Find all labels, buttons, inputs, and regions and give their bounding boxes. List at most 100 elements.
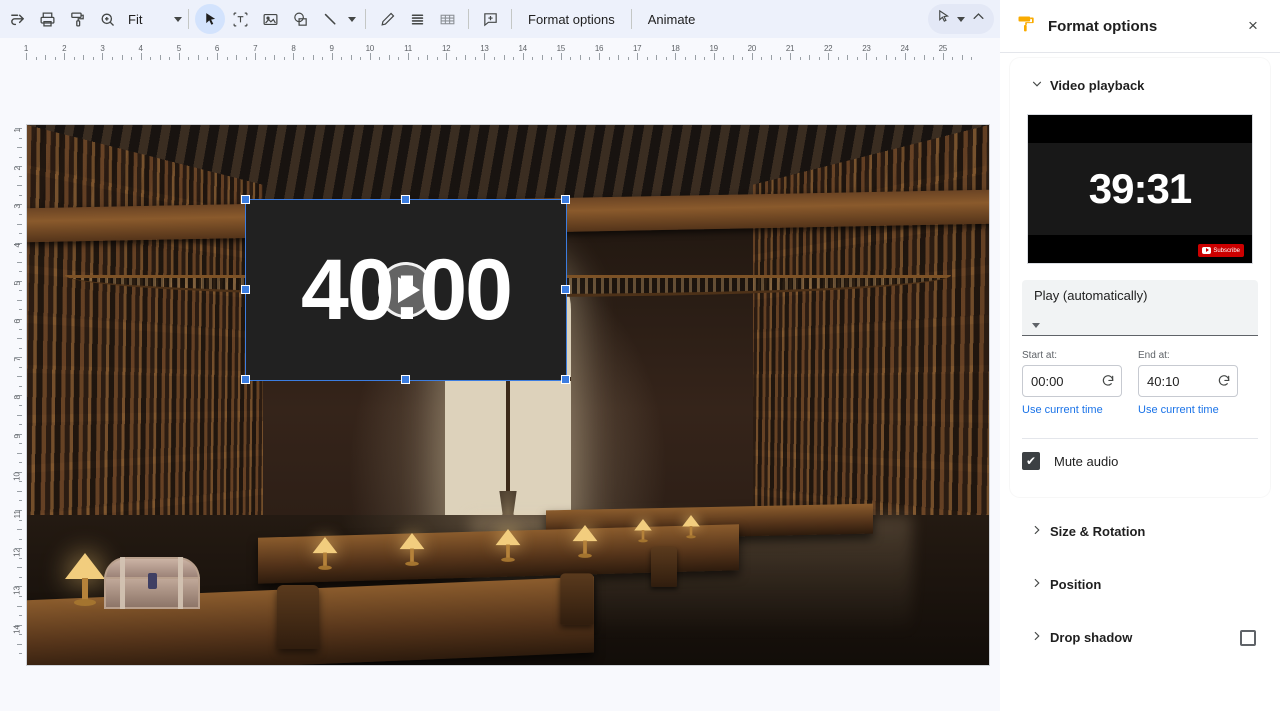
selection-box — [245, 199, 567, 381]
video-thumbnail[interactable]: 39:31 Subscribe — [1027, 114, 1253, 264]
end-use-current-time-link[interactable]: Use current time — [1138, 404, 1238, 416]
start-at-field: Start at: Use current time — [1022, 350, 1122, 416]
youtube-icon — [1202, 247, 1211, 254]
select-tool[interactable] — [195, 4, 225, 34]
paint-roller-icon — [1016, 14, 1036, 39]
ruler-label: 20 — [748, 44, 756, 53]
video-playback-label: Video playback — [1050, 78, 1144, 93]
section-position[interactable]: Position — [1018, 558, 1262, 611]
ruler-tick — [675, 53, 676, 60]
chevron-right-icon — [1024, 629, 1050, 646]
ruler-tick — [446, 53, 447, 60]
ruler-label: 6 — [215, 44, 219, 53]
ruler-label: 21 — [786, 44, 794, 53]
ruler-label: 10 — [13, 472, 22, 481]
pointer-chevron-down-icon[interactable] — [957, 17, 965, 22]
ruler-label: 12 — [13, 548, 22, 557]
curve-tool[interactable] — [372, 4, 402, 34]
resize-handle[interactable] — [241, 195, 250, 204]
animate-button[interactable]: Animate — [638, 4, 706, 34]
comment-tool[interactable] — [475, 4, 505, 34]
ruler-tick — [561, 53, 562, 60]
resize-handle[interactable] — [241, 375, 250, 384]
resize-handle[interactable] — [561, 375, 570, 384]
end-at-label: End at: — [1138, 350, 1238, 361]
print-icon[interactable] — [32, 4, 62, 34]
zoom-level-select[interactable]: Fit — [122, 4, 182, 34]
editor-area: Fit Format options Animate 1 2 3 4 5 6 7… — [0, 0, 1000, 711]
mute-audio-checkbox[interactable]: ✔ — [1022, 452, 1040, 470]
pointer-mode-icon[interactable] — [936, 9, 951, 29]
treasure-chest-decoration — [104, 557, 200, 609]
time-fields: Start at: Use current time End at: — [1022, 350, 1258, 416]
redo-icon[interactable] — [2, 4, 32, 34]
ruler-label: 5 — [177, 44, 181, 53]
slide[interactable]: 40:00 — [27, 125, 989, 665]
section-drop-shadow[interactable]: Drop shadow — [1018, 611, 1262, 664]
line-tool-chevron-down-icon[interactable] — [345, 4, 359, 34]
start-at-input[interactable] — [1031, 374, 1101, 389]
ruler-tick — [64, 53, 65, 60]
collapse-chevron-icon[interactable] — [971, 9, 986, 29]
ruler-label: 3 — [100, 44, 104, 53]
ruler-tick — [637, 53, 638, 60]
table-tool[interactable] — [432, 4, 462, 34]
reset-icon[interactable] — [1101, 373, 1115, 389]
divider — [511, 9, 512, 29]
zoom-icon[interactable] — [92, 4, 122, 34]
resize-handle[interactable] — [561, 285, 570, 294]
ruler-label: 2 — [62, 44, 66, 53]
ruler-tick — [714, 53, 715, 60]
ruler-tick — [752, 53, 753, 60]
ruler-tick — [102, 53, 103, 60]
paint-format-icon[interactable] — [62, 4, 92, 34]
line-tool[interactable] — [315, 4, 345, 34]
close-icon[interactable]: × — [1240, 13, 1266, 39]
panel-title: Format options — [1048, 18, 1240, 35]
video-playback-card: Video playback 39:31 Subscribe Play (aut… — [1010, 58, 1270, 497]
section-label: Size & Rotation — [1050, 524, 1145, 539]
text-align-tool[interactable] — [402, 4, 432, 34]
format-options-button[interactable]: Format options — [518, 4, 625, 34]
ruler-label: 9 — [13, 434, 22, 438]
resize-handle[interactable] — [401, 195, 410, 204]
ruler-label: 24 — [900, 44, 908, 53]
start-use-current-time-link[interactable]: Use current time — [1022, 404, 1122, 416]
play-mode-select[interactable]: Play (automatically) — [1022, 280, 1258, 336]
resize-handle[interactable] — [561, 195, 570, 204]
toolbar-right-group — [928, 4, 994, 34]
horizontal-ruler: 1 2 3 4 5 6 7 8 9 10 11 12 13 14 15 16 17 18 19 20 21 22 23 24 2… — [0, 38, 1000, 60]
ruler-label: 19 — [709, 44, 717, 53]
ruler-label: 11 — [13, 510, 22, 518]
shape-tool[interactable] — [285, 4, 315, 34]
divider — [468, 9, 469, 29]
drop-shadow-checkbox[interactable] — [1240, 630, 1256, 646]
ruler-tick — [255, 53, 256, 60]
ruler-tick — [828, 53, 829, 60]
insert-image-tool[interactable] — [255, 4, 285, 34]
resize-handle[interactable] — [241, 285, 250, 294]
ruler-label: 4 — [13, 243, 22, 247]
video-playback-section-header[interactable]: Video playback — [1018, 68, 1262, 102]
ruler-label: 13 — [13, 586, 22, 595]
toolbar: Fit Format options Animate — [0, 0, 1000, 38]
vertical-ruler: 1 2 3 4 5 6 7 8 9 10 11 12 13 14 — [0, 60, 22, 711]
ruler-label: 10 — [366, 44, 374, 53]
mute-audio-row[interactable]: ✔ Mute audio — [1018, 439, 1262, 483]
ruler-label: 18 — [671, 44, 679, 53]
ruler-label: 5 — [13, 281, 22, 285]
ruler-label: 22 — [824, 44, 832, 53]
reset-icon[interactable] — [1217, 373, 1231, 389]
resize-handle[interactable] — [401, 375, 410, 384]
slide-canvas[interactable]: 40:00 — [22, 60, 1000, 711]
divider — [188, 9, 189, 29]
text-box-tool[interactable] — [225, 4, 255, 34]
section-label: Position — [1050, 577, 1101, 592]
ruler-label: 9 — [330, 44, 334, 53]
ruler-tick — [217, 53, 218, 60]
subscribe-badge: Subscribe — [1198, 244, 1244, 257]
end-at-input[interactable] — [1147, 374, 1217, 389]
section-size-rotation[interactable]: Size & Rotation — [1018, 505, 1262, 558]
ruler-tick — [141, 53, 142, 60]
start-at-label: Start at: — [1022, 350, 1122, 361]
